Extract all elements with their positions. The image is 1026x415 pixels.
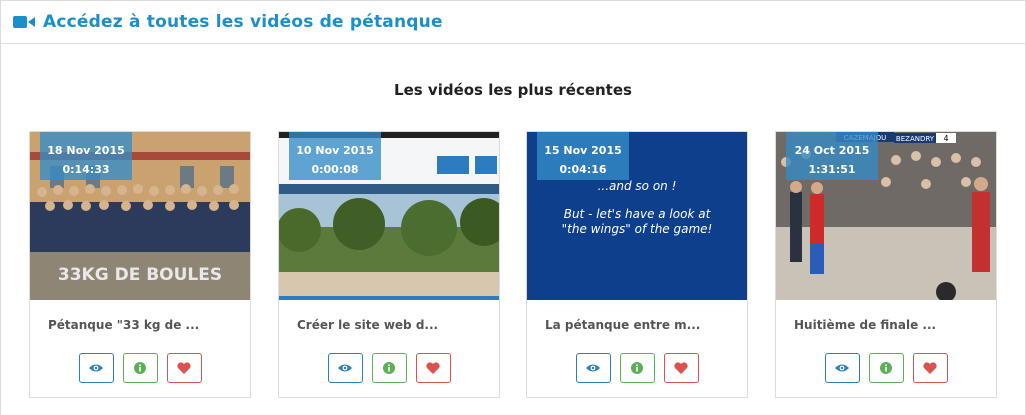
video-actions <box>30 353 250 383</box>
video-date: 18 Nov 2015 <box>47 144 125 157</box>
info-icon <box>383 362 395 374</box>
slide-line-1: ...and so on ! <box>598 179 677 193</box>
info-button[interactable] <box>371 353 407 383</box>
slide-line-3: "the wings" of the game! <box>562 222 713 236</box>
video-duration: 0:14:33 <box>62 163 110 176</box>
thumbnail-caption: 33KG DE BOULES <box>58 265 222 285</box>
video-date: 24 Oct 2015 <box>794 144 870 157</box>
info-icon <box>631 362 643 374</box>
heart-icon <box>674 362 688 374</box>
video-card: CAZEMAJOU BEZANDRY 4 24 Oct 2015 1:31:51 <box>775 131 997 398</box>
video-title[interactable]: Créer le site web d... <box>297 318 438 332</box>
video-card: 33KG DE BOULES 18 Nov 2015 0:14:33 Pétan… <box>29 131 251 398</box>
info-button[interactable] <box>122 353 158 383</box>
info-button[interactable] <box>619 353 655 383</box>
view-button[interactable] <box>575 353 611 383</box>
heart-icon <box>923 362 937 374</box>
favorite-button[interactable] <box>166 353 202 383</box>
info-icon <box>880 362 892 374</box>
video-date: 10 Nov 2015 <box>296 144 374 157</box>
video-duration: 1:31:51 <box>808 163 856 176</box>
video-title[interactable]: Pétanque "33 kg de ... <box>48 318 199 332</box>
view-button[interactable] <box>327 353 363 383</box>
heart-icon <box>426 362 440 374</box>
video-thumbnail[interactable]: ...and so on ! But - let's have a look a… <box>527 132 747 300</box>
video-duration: 0:04:16 <box>559 163 607 176</box>
video-thumbnail[interactable]: CAZEMAJOU BEZANDRY 4 24 Oct 2015 1:31:51 <box>776 132 996 300</box>
video-actions <box>279 353 499 383</box>
scoreboard-score: 4 <box>943 134 948 143</box>
video-actions <box>776 353 996 383</box>
date-duration-badge: 10 Nov 2015 0:00:08 <box>289 132 381 180</box>
video-duration: 0:00:08 <box>311 163 359 176</box>
favorite-button[interactable] <box>415 353 451 383</box>
video-card: 10 Nov 2015 0:00:08 Créer le site web d.… <box>278 131 500 398</box>
video-thumbnail[interactable]: 33KG DE BOULES 18 Nov 2015 0:14:33 <box>30 132 250 300</box>
info-icon <box>134 362 146 374</box>
scoreboard-team-2: BEZANDRY <box>896 135 935 143</box>
video-title[interactable]: Huitième de finale ... <box>794 318 936 332</box>
slide-line-2: But - let's have a look at <box>564 207 712 221</box>
view-button[interactable] <box>824 353 860 383</box>
section-title: Les vidéos les plus récentes <box>394 81 632 99</box>
favorite-button[interactable] <box>912 353 948 383</box>
favorite-button[interactable] <box>663 353 699 383</box>
date-duration-badge: 15 Nov 2015 0:04:16 <box>537 132 629 180</box>
video-thumbnail[interactable]: 10 Nov 2015 0:00:08 <box>279 132 499 300</box>
eye-icon <box>338 364 352 372</box>
video-title[interactable]: La pétanque entre m... <box>545 318 700 332</box>
view-button[interactable] <box>78 353 114 383</box>
videos-panel: Accédez à toutes les vidéos de pétanque … <box>0 0 1026 415</box>
date-duration-badge: 18 Nov 2015 0:14:33 <box>40 132 132 180</box>
video-actions <box>527 353 747 383</box>
video-card: ...and so on ! But - let's have a look a… <box>526 131 748 398</box>
info-button[interactable] <box>868 353 904 383</box>
eye-icon <box>835 364 849 372</box>
eye-icon <box>89 364 103 372</box>
panel-header: Accédez à toutes les vidéos de pétanque <box>1 1 1025 44</box>
date-duration-badge: 24 Oct 2015 1:31:51 <box>786 132 878 180</box>
panel-title: Accédez à toutes les vidéos de pétanque <box>43 12 443 32</box>
eye-icon <box>586 364 600 372</box>
heart-icon <box>177 362 191 374</box>
video-camera-icon <box>13 16 35 28</box>
video-date: 15 Nov 2015 <box>544 144 622 157</box>
